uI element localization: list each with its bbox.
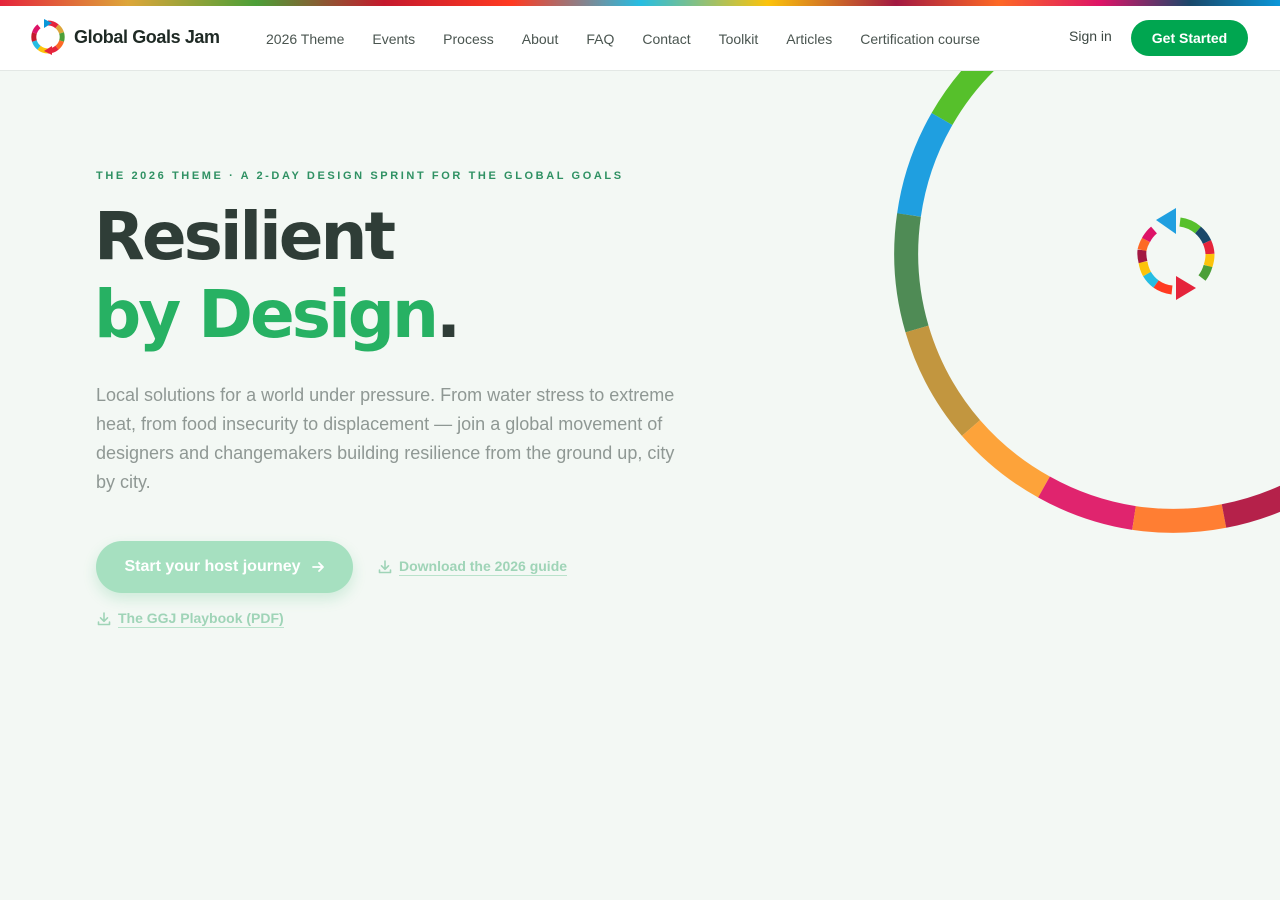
playbook-pdf-link[interactable]: The GGJ Playbook (PDF)	[96, 610, 284, 628]
nav-item-faq[interactable]: FAQ	[572, 31, 628, 47]
start-host-journey-label: Start your host journey	[124, 558, 301, 575]
hero-title-line1: Resilient	[94, 198, 396, 275]
sign-in-link[interactable]: Sign in	[1069, 28, 1112, 44]
nav-item-process[interactable]: Process	[429, 31, 508, 47]
sdg-circular-arrows-icon	[1137, 208, 1215, 300]
download-icon	[97, 612, 111, 626]
hero-title-dot: .	[435, 276, 461, 353]
arrow-right-icon	[311, 562, 324, 572]
download-guide-link[interactable]: Download the 2026 guide	[377, 558, 568, 576]
brand-name: Global Goals Jam	[74, 26, 220, 47]
playbook-pdf-label: The GGJ Playbook (PDF)	[118, 610, 284, 628]
nav-item-toolkit[interactable]: Toolkit	[705, 31, 773, 47]
nav-item-events[interactable]: Events	[358, 31, 429, 47]
decorative-sdg-ring	[820, 71, 1280, 551]
main-nav: 2026 Theme Events Process About FAQ Cont…	[252, 6, 994, 71]
download-icon	[378, 560, 392, 574]
nav-item-articles[interactable]: Articles	[772, 31, 846, 47]
hero-title: Resilient by Design.	[94, 198, 461, 354]
sdg-ring-graphic	[894, 71, 1280, 533]
nav-item-contact[interactable]: Contact	[628, 31, 704, 47]
nav-item-about[interactable]: About	[508, 31, 573, 47]
get-started-button[interactable]: Get Started	[1131, 20, 1248, 56]
nav-item-2026-theme[interactable]: 2026 Theme	[252, 31, 358, 47]
start-host-journey-button[interactable]: Start your host journey	[96, 541, 353, 593]
download-guide-label: Download the 2026 guide	[399, 558, 568, 576]
brand-logo-link[interactable]: Global Goals Jam	[30, 19, 220, 55]
hero-eyebrow: THE 2026 THEME · A 2-DAY DESIGN SPRINT F…	[96, 170, 624, 182]
hero-title-line2: by Design.	[94, 276, 461, 354]
hero-title-line2-text: by Design	[94, 276, 439, 353]
site-header: Global Goals Jam 2026 Theme Events Proce…	[0, 6, 1280, 71]
hero-lead: Local solutions for a world under pressu…	[96, 385, 675, 492]
sdg-logo-icon	[31, 19, 65, 55]
nav-item-certification-course[interactable]: Certification course	[846, 31, 994, 47]
